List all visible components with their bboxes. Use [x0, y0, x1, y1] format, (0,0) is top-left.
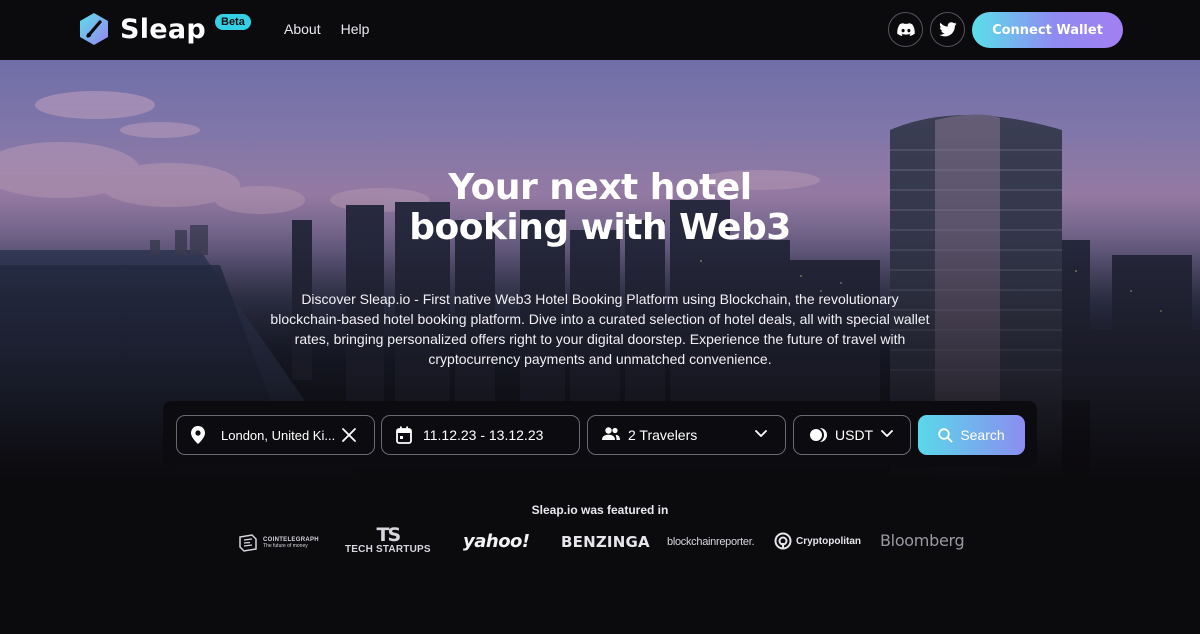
chevron-down-icon	[754, 429, 768, 439]
page: Sleap Beta About Help Connect Wallet You…	[0, 0, 1200, 634]
nav-about-link[interactable]: About	[284, 21, 321, 37]
connect-wallet-button[interactable]: Connect Wallet	[972, 12, 1123, 48]
cryptopolitan-mark-icon	[774, 532, 792, 550]
travelers-field[interactable]: 2 Travelers	[587, 415, 786, 455]
nav-help-link[interactable]: Help	[341, 21, 370, 37]
search-button-label: Search	[960, 427, 1005, 443]
discord-icon	[896, 22, 915, 36]
cryptopolitan-name: Cryptopolitan	[796, 535, 861, 547]
currency-value: USDT	[835, 427, 874, 443]
bloomberg-logo: Bloomberg	[880, 531, 965, 550]
location-pin-icon	[191, 426, 205, 444]
yahoo-logo: yahoo!	[463, 531, 530, 552]
main-nav: About Help	[284, 21, 369, 37]
hero-title-line1: Your next hotel	[448, 167, 752, 208]
benzinga-logo: BENZINGA	[561, 533, 650, 551]
booking-search-bar: London, United Ki... 11.12.23 - 13.12.23…	[163, 401, 1037, 467]
blockchainreporter-logo: blockchainreporter.	[667, 536, 755, 548]
travelers-value: 2 Travelers	[628, 427, 698, 443]
top-navbar: Sleap Beta About Help Connect Wallet	[0, 0, 1200, 60]
hero-title: Your next hotel booking with Web3	[0, 170, 1200, 250]
clear-location-icon[interactable]	[341, 427, 357, 443]
twitter-icon	[938, 22, 957, 37]
hero-title-line2: booking with Web3	[409, 207, 791, 248]
cointelegraph-tagline: The future of money	[263, 543, 308, 549]
calendar-icon	[396, 426, 412, 444]
brand-logo[interactable]: Sleap Beta	[78, 12, 251, 46]
discord-button[interactable]	[888, 12, 923, 47]
cryptopolitan-logo: Cryptopolitan	[774, 532, 861, 550]
search-icon	[938, 427, 953, 442]
hero-description: Discover Sleap.io - First native Web3 Ho…	[270, 291, 930, 367]
techstartups-mark: TS	[376, 524, 402, 546]
techstartups-name: TECH STARTUPS	[345, 544, 431, 555]
beta-badge: Beta	[215, 14, 251, 30]
cointelegraph-logo: COINTELEGRAPH The future of money	[237, 533, 319, 553]
location-field[interactable]: London, United Ki...	[176, 415, 375, 455]
featured-logos: COINTELEGRAPH The future of money TS TEC…	[0, 524, 1200, 564]
location-value: London, United Ki...	[221, 427, 336, 443]
featured-title: Sleap.io was featured in	[531, 503, 669, 517]
users-icon	[602, 426, 620, 442]
twitter-button[interactable]	[930, 12, 965, 47]
dates-field[interactable]: 11.12.23 - 13.12.23	[381, 415, 580, 455]
brand-name: Sleap	[120, 13, 207, 45]
chevron-down-icon	[880, 429, 894, 439]
dates-value: 11.12.23 - 13.12.23	[423, 427, 544, 443]
techstartups-logo: TS TECH STARTUPS	[345, 524, 431, 556]
currency-select[interactable]: USDT	[793, 415, 911, 455]
search-button[interactable]: Search	[918, 415, 1025, 455]
sleap-logo-icon	[80, 13, 108, 45]
usdt-coin-icon	[808, 427, 828, 443]
cointelegraph-mark-icon	[239, 534, 257, 552]
